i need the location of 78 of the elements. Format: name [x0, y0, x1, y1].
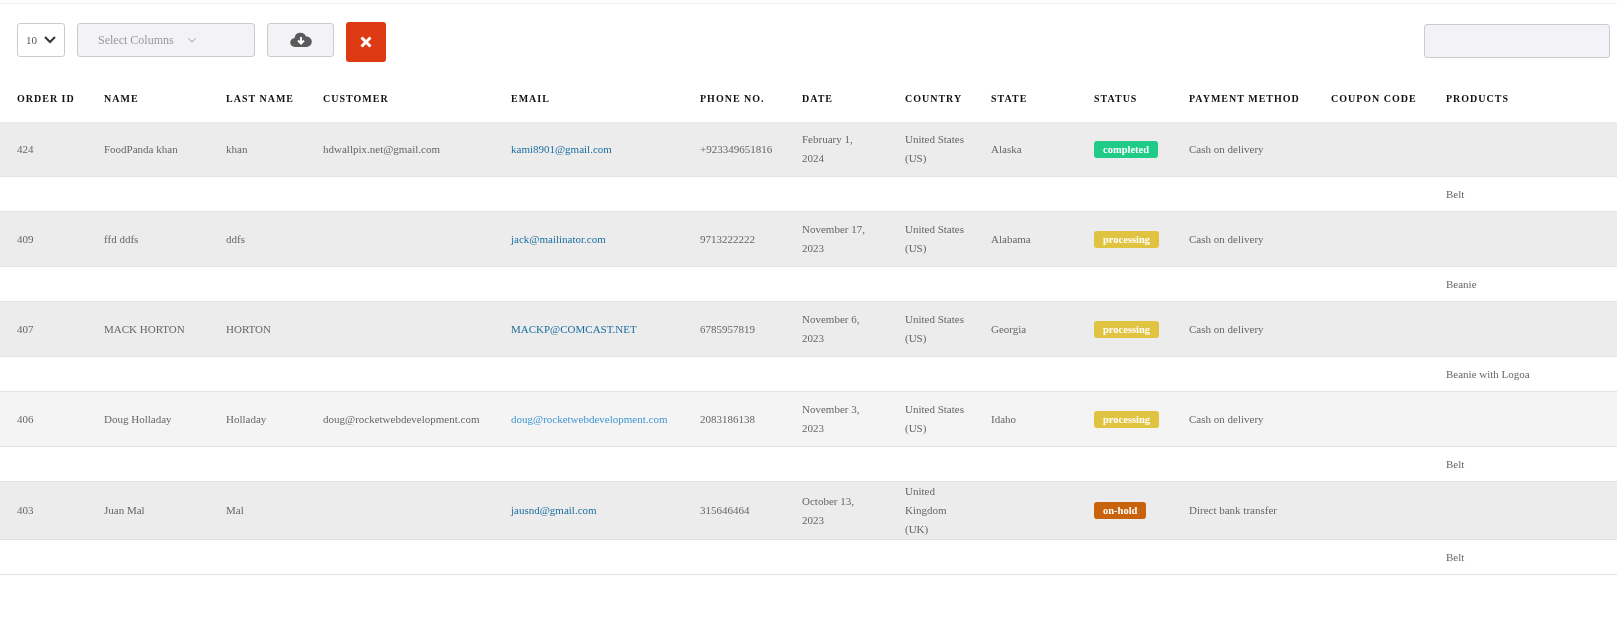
table-cell: 407: [17, 322, 34, 335]
column-header: COUNTRY: [905, 93, 963, 104]
table-cell: 2083186138: [700, 412, 755, 425]
product-cell: Belt: [1446, 458, 1465, 470]
table-cell: Georgia: [991, 322, 1027, 335]
email-link[interactable]: jack@mailinator.com: [511, 232, 606, 245]
email-link[interactable]: jausnd@gmail.com: [511, 504, 597, 516]
clear-button[interactable]: [346, 22, 386, 62]
chevron-down-icon: [187, 37, 196, 43]
table-cell: Direct bank transfer: [1189, 504, 1277, 516]
table-cell-text: October 13, 2023: [802, 493, 855, 528]
table-cell-text: November 3, 2023: [802, 402, 861, 436]
email-link[interactable]: MACKP@COMCAST.NET: [511, 322, 637, 335]
table-cell: HORTON: [226, 322, 271, 335]
page-size-select[interactable]: 10: [17, 23, 65, 57]
column-header: DATE: [802, 93, 834, 104]
search-field[interactable]: [1424, 24, 1610, 58]
table-cell: ddfs: [226, 232, 245, 245]
table-cell: Idaho: [991, 412, 1017, 425]
status-badge: completed: [1094, 140, 1159, 158]
column-header: PAYMENT METHOD: [1189, 93, 1300, 104]
column-header: PHONE NO.: [700, 93, 765, 104]
table-cell: 9713222222: [700, 232, 755, 245]
column-header: ORDER ID: [17, 93, 75, 104]
column-header: EMAIL: [511, 93, 550, 104]
table-cell: Cash on delivery: [1189, 142, 1264, 155]
product-cell: Belt: [1446, 551, 1465, 563]
table-cell: FoodPanda khan: [104, 142, 178, 155]
table-cell: 424: [17, 142, 34, 155]
column-header: STATE: [991, 93, 1028, 104]
table-cell: 315646464: [700, 504, 750, 516]
table-cell: Holladay: [226, 412, 267, 425]
table-cell-text: United Kingdom (UK): [905, 484, 948, 537]
table-cell: 406: [17, 412, 34, 425]
table-cell: MACK HORTON: [104, 322, 185, 335]
table-cell: doug@rocketwebdevelopment.com: [323, 412, 480, 425]
table-cell: Cash on delivery: [1189, 412, 1264, 425]
table-cell-text: United States (US): [905, 132, 965, 166]
table-cell: Alaska: [991, 142, 1022, 155]
table-cell: 6785957819: [700, 322, 755, 335]
column-header: STATUS: [1094, 93, 1138, 104]
select-columns-dropdown[interactable]: Select Columns: [77, 23, 255, 57]
status-badge: processing: [1094, 320, 1160, 338]
product-cell: Beanie: [1446, 278, 1477, 290]
table-cell: hdwallpix.net@gmail.com: [323, 142, 441, 155]
table-cell: Cash on delivery: [1189, 322, 1264, 335]
table-cell: ffd ddfs: [104, 232, 139, 245]
table-cell: Cash on delivery: [1189, 232, 1264, 245]
table-cell: Alabama: [991, 232, 1031, 245]
table-cell: khan: [226, 142, 248, 155]
download-button[interactable]: [267, 23, 334, 57]
table-cell: Juan Mal: [104, 504, 145, 516]
product-cell: Beanie with Logoa: [1446, 368, 1530, 380]
table-cell: Mal: [226, 504, 244, 516]
email-link[interactable]: doug@rocketwebdevelopment.com: [511, 412, 668, 425]
column-header: NAME: [104, 93, 139, 104]
product-cell: Belt: [1446, 188, 1465, 200]
table-cell: +923349651816: [700, 142, 773, 155]
table-cell: 409: [17, 232, 34, 245]
column-header: CUSTOMER: [323, 93, 389, 104]
column-header: PRODUCTS: [1446, 93, 1509, 104]
table-cell: Doug Holladay: [104, 412, 172, 425]
table-cell-text: February 1, 2024: [802, 132, 854, 166]
status-badge: processing: [1094, 410, 1160, 428]
status-badge: on-hold: [1094, 502, 1147, 519]
table-cell: 403: [17, 504, 34, 516]
column-header: COUPON CODE: [1331, 93, 1417, 104]
table-cell-text: United States (US): [905, 312, 965, 346]
table-cell-text: November 17, 2023: [802, 222, 866, 256]
column-header: LAST NAME: [226, 93, 294, 104]
chevron-down-icon: [44, 36, 56, 44]
table-cell-text: United States (US): [905, 402, 965, 436]
close-icon: [360, 36, 372, 48]
status-badge: processing: [1094, 230, 1160, 248]
email-link[interactable]: kami8901@gmail.com: [511, 142, 612, 155]
cloud-download-icon: [289, 32, 312, 48]
table-cell-text: November 6, 2023: [802, 312, 861, 346]
table-cell-text: United States (US): [905, 222, 965, 256]
